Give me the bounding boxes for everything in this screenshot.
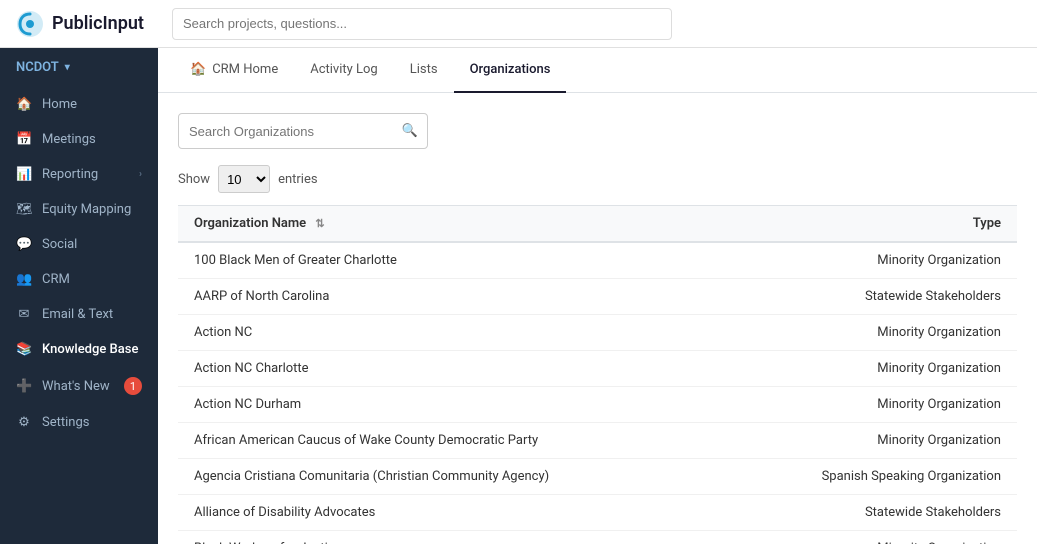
users-icon: 👥 [16, 272, 32, 287]
sidebar-item-crm[interactable]: 👥 CRM [0, 262, 158, 297]
org-type-cell: Minority Organization [721, 387, 1017, 423]
sidebar-item-label: Email & Text [42, 307, 142, 322]
map-icon: 🗺 [16, 202, 32, 217]
email-icon: ✉ [16, 307, 32, 322]
sidebar-item-settings[interactable]: ⚙ Settings [0, 405, 158, 440]
org-name-cell: African American Caucus of Wake County D… [178, 423, 721, 459]
table-row: Black Workers for Justice Minority Organ… [178, 531, 1017, 544]
chart-icon: 📊 [16, 167, 32, 182]
tab-organizations[interactable]: Organizations [454, 48, 567, 93]
search-wrapper: 🔍 [178, 113, 428, 149]
sidebar-item-whats-new[interactable]: ➕ What's New 1 [0, 367, 158, 405]
sidebar-item-reporting[interactable]: 📊 Reporting › [0, 157, 158, 192]
org-name-cell: Alliance of Disability Advocates [178, 495, 721, 531]
org-name-cell: 100 Black Men of Greater Charlotte [178, 242, 721, 279]
table-row: 100 Black Men of Greater Charlotte Minor… [178, 242, 1017, 279]
tab-lists[interactable]: Lists [394, 48, 454, 93]
book-icon: 📚 [16, 342, 32, 357]
org-type-cell: Minority Organization [721, 423, 1017, 459]
organizations-table: Organization Name ⇅ Type 100 Black Men o… [178, 205, 1017, 544]
org-name-cell: Action NC Durham [178, 387, 721, 423]
sidebar-item-meetings[interactable]: 📅 Meetings [0, 122, 158, 157]
org-type-cell: Minority Organization [721, 351, 1017, 387]
tab-bar: 🏠 CRM Home Activity Log Lists Organizati… [158, 48, 1037, 93]
table-row: Action NC Charlotte Minority Organizatio… [178, 351, 1017, 387]
org-name-cell: AARP of North Carolina [178, 279, 721, 315]
show-label: Show [178, 172, 210, 187]
sidebar: NCDOT ▾ 🏠 Home 📅 Meetings 📊 Reporting › … [0, 48, 158, 544]
org-type-cell: Minority Organization [721, 315, 1017, 351]
table-row: Action NC Durham Minority Organization [178, 387, 1017, 423]
show-entries-control: Show 10 25 50 100 entries [178, 165, 1017, 193]
home-icon: 🏠 [190, 62, 206, 77]
main-content: 🔍 Show 10 25 50 100 entries Organi [158, 93, 1037, 544]
topbar: PublicInput [0, 0, 1037, 48]
chevron-down-icon: ▾ [65, 62, 70, 73]
content-area: 🏠 CRM Home Activity Log Lists Organizati… [158, 48, 1037, 544]
logo-text: PublicInput [52, 13, 144, 34]
org-type-cell: Spanish Speaking Organization [721, 459, 1017, 495]
sidebar-item-label: Social [42, 237, 142, 252]
calendar-icon: 📅 [16, 132, 32, 147]
sidebar-item-equity-mapping[interactable]: 🗺 Equity Mapping [0, 192, 158, 227]
org-type-cell: Statewide Stakeholders [721, 279, 1017, 315]
gear-icon: ⚙ [16, 415, 32, 430]
column-header-type: Type [721, 206, 1017, 243]
sidebar-item-label: Meetings [42, 132, 142, 147]
org-name: NCDOT [16, 60, 59, 75]
table-header-row: Organization Name ⇅ Type [178, 206, 1017, 243]
entries-select[interactable]: 10 25 50 100 [218, 165, 270, 193]
chevron-right-icon: › [139, 169, 142, 180]
table-row: Agencia Cristiana Comunitaria (Christian… [178, 459, 1017, 495]
sidebar-item-label: CRM [42, 272, 142, 287]
table-row: Action NC Minority Organization [178, 315, 1017, 351]
sidebar-item-label: Settings [42, 415, 142, 430]
table-row: AARP of North Carolina Statewide Stakeho… [178, 279, 1017, 315]
column-header-name[interactable]: Organization Name ⇅ [178, 206, 721, 243]
org-name-cell: Action NC Charlotte [178, 351, 721, 387]
org-type-cell: Statewide Stakeholders [721, 495, 1017, 531]
sidebar-item-label: Equity Mapping [42, 202, 142, 217]
search-icon: 🔍 [402, 124, 418, 139]
notification-badge: 1 [124, 377, 142, 395]
global-search-input[interactable] [172, 8, 672, 40]
plus-icon: ➕ [16, 379, 32, 394]
chat-icon: 💬 [16, 237, 32, 252]
sidebar-item-label: Knowledge Base [42, 342, 142, 357]
org-name-cell: Black Workers for Justice [178, 531, 721, 544]
sidebar-item-social[interactable]: 💬 Social [0, 227, 158, 262]
org-search-input[interactable] [178, 113, 428, 149]
sidebar-item-email-text[interactable]: ✉ Email & Text [0, 297, 158, 332]
logo-icon [16, 10, 44, 38]
tab-crm-home[interactable]: 🏠 CRM Home [174, 48, 294, 93]
sidebar-item-label: What's New [42, 379, 114, 394]
entries-label: entries [278, 172, 318, 187]
org-name-cell: Agencia Cristiana Comunitaria (Christian… [178, 459, 721, 495]
table-row: Alliance of Disability Advocates Statewi… [178, 495, 1017, 531]
sidebar-item-home[interactable]: 🏠 Home [0, 87, 158, 122]
org-type-cell: Minority Organization [721, 242, 1017, 279]
sidebar-item-label: Reporting [42, 167, 129, 182]
sidebar-item-label: Home [42, 97, 142, 112]
org-type-cell: Minority Organization [721, 531, 1017, 544]
logo: PublicInput [16, 10, 156, 38]
org-name-cell: Action NC [178, 315, 721, 351]
org-selector[interactable]: NCDOT ▾ [0, 48, 158, 87]
sort-icon: ⇅ [315, 217, 324, 230]
home-icon: 🏠 [16, 97, 32, 112]
sidebar-item-knowledge-base[interactable]: 📚 Knowledge Base [0, 332, 158, 367]
table-row: African American Caucus of Wake County D… [178, 423, 1017, 459]
tab-activity-log[interactable]: Activity Log [294, 48, 394, 93]
